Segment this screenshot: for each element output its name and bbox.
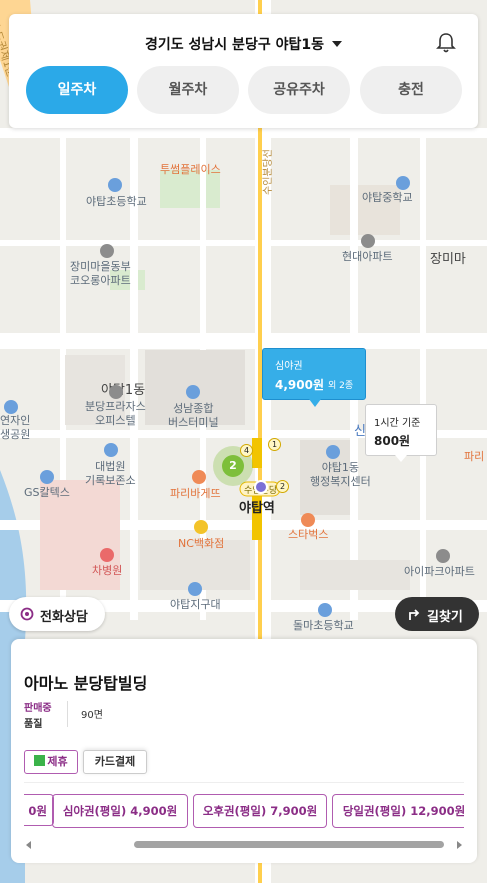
directions-label: 길찾기	[427, 610, 463, 625]
phone-consult-button[interactable]: 전화상담	[9, 597, 105, 631]
civic-center-icon	[326, 445, 340, 459]
map-label-paris-right: 파리	[464, 450, 485, 463]
map-label-yatap-station: 야탑역	[239, 501, 275, 516]
divider	[24, 782, 464, 783]
parking-name: 아마노 분당탑빌딩	[24, 674, 148, 693]
ticket-chip[interactable]: 권(평일) 0원	[24, 794, 54, 826]
headset-icon	[20, 607, 34, 621]
scroll-left-icon[interactable]	[26, 841, 31, 849]
map-label-yatap-mid: 야탑중학교	[362, 191, 413, 204]
hospital-icon	[100, 548, 114, 562]
map-label-starbucks: 스타벅스	[288, 528, 329, 541]
current-location-icon	[254, 480, 268, 494]
caret-down-icon	[331, 41, 342, 47]
exit-marker: 1	[268, 438, 281, 451]
parking-type-tabs: 일주차 월주차 공유주차 충전	[26, 66, 471, 114]
building-icon	[109, 385, 123, 399]
map-label-yatap-elem: 야탑초등학교	[86, 195, 147, 208]
partner-badge: 제휴	[24, 750, 78, 774]
map-label-yatap-jigu: 야탑지구대	[170, 598, 221, 611]
divider	[67, 701, 68, 727]
map-label-lawcourt: 대법원 기록보존소	[85, 460, 136, 487]
park-icon	[4, 400, 18, 414]
horizontal-scrollbar[interactable]	[24, 839, 464, 851]
map-label-gs: GS칼텍스	[24, 486, 70, 499]
apartment-icon	[436, 549, 450, 563]
tab-monthly[interactable]: 월주차	[137, 66, 239, 114]
cafe-icon	[301, 513, 315, 527]
location-text: 경기도 성남시 분당구 야탑1동	[145, 37, 324, 53]
map-label-twosome: 투썸플레이스	[160, 163, 221, 176]
card-payment-badge: 카드결제	[83, 750, 147, 774]
phone-consult-label: 전화상담	[40, 610, 88, 625]
directions-button[interactable]: 길찾기	[395, 597, 479, 631]
marker-ticket-type: 심야권	[275, 361, 303, 372]
map-label-nc: NC백화점	[178, 537, 225, 550]
school-icon	[108, 178, 122, 192]
scroll-right-icon[interactable]	[457, 841, 462, 849]
cluster-count: 2	[222, 455, 244, 477]
school-icon	[396, 176, 410, 190]
turn-right-icon	[409, 609, 420, 620]
map-label-ipark: 아이파크아파트	[404, 565, 475, 578]
gas-station-icon	[40, 470, 54, 484]
ticket-chip[interactable]: 당일권(평일) 12,900원	[332, 794, 464, 828]
quality-label: 품질	[24, 719, 43, 730]
top-panel: 경기도 성남시 분당구 야탑1동 일주차 월주차 공유주차 충전	[9, 14, 478, 128]
map-label-jangmi-right: 장미마	[430, 252, 466, 267]
police-icon	[188, 582, 202, 596]
marker-price: 800원	[374, 434, 411, 448]
map-label-hyundai: 현대아파트	[342, 250, 393, 263]
location-selector[interactable]: 경기도 성남시 분당구 야탑1동	[9, 34, 478, 56]
bus-terminal-icon	[186, 385, 200, 399]
shopping-icon	[194, 520, 208, 534]
map-label-nature: 연자인 생공원	[0, 414, 31, 441]
map-label-plaza: 분당프라자스 오피스텔	[85, 400, 146, 427]
marker-extra: 외 2종	[328, 381, 354, 391]
ticket-list[interactable]: 권(평일) 0원 심야권(평일) 4,900원 오후권(평일) 7,900원 당…	[24, 794, 464, 830]
apartment-icon	[100, 244, 114, 258]
tab-daily[interactable]: 일주차	[26, 66, 128, 114]
parking-capacity: 90면	[81, 710, 103, 721]
parking-info-card[interactable]: 아마노 분당탑빌딩 판매중 품질 90면 제휴 카드결제 권(평일) 0원 심야…	[11, 639, 477, 863]
map-label-suin-road: 수인분당선	[263, 149, 274, 195]
ticket-chip[interactable]: 심야권(평일) 4,900원	[52, 794, 188, 828]
map-label-dolma: 돌마초등학교	[293, 619, 354, 632]
map-label-yatap1dong-center: 야탑1동 행정복지센터	[310, 461, 371, 488]
ticket-chip[interactable]: 오후권(평일) 7,900원	[193, 794, 327, 828]
government-icon	[104, 443, 118, 457]
exit-marker: 2	[276, 480, 289, 493]
map-label-yatap1dong-left: 야탑1동	[101, 383, 146, 398]
sale-status: 판매중	[24, 703, 52, 714]
map-label-cha: 차병원	[92, 564, 123, 577]
bell-icon[interactable]	[436, 32, 456, 54]
map-label-jangmi: 장미마을동부 코오롱아파트	[70, 260, 131, 287]
tab-shared[interactable]: 공유주차	[248, 66, 350, 114]
map-label-paris: 파리바게뜨	[170, 487, 221, 500]
parking-price-marker[interactable]: 1시간 기준 800원	[365, 404, 437, 462]
partner-icon	[34, 755, 46, 766]
exit-marker: 4	[240, 444, 253, 457]
parking-price-marker-selected[interactable]: 심야권 4,900원 외 2종	[262, 348, 366, 407]
school-icon	[318, 603, 332, 617]
partner-badge-label: 제휴	[47, 755, 68, 768]
marker-price: 4,900원	[275, 378, 324, 392]
map-label-seongnam: 성남종합 버스터미널	[168, 402, 219, 429]
bakery-icon	[192, 470, 206, 484]
scrollbar-thumb[interactable]	[134, 841, 444, 848]
apartment-icon	[361, 234, 375, 248]
tab-charging[interactable]: 충전	[360, 66, 462, 114]
marker-basis: 1시간 기준	[374, 418, 421, 429]
